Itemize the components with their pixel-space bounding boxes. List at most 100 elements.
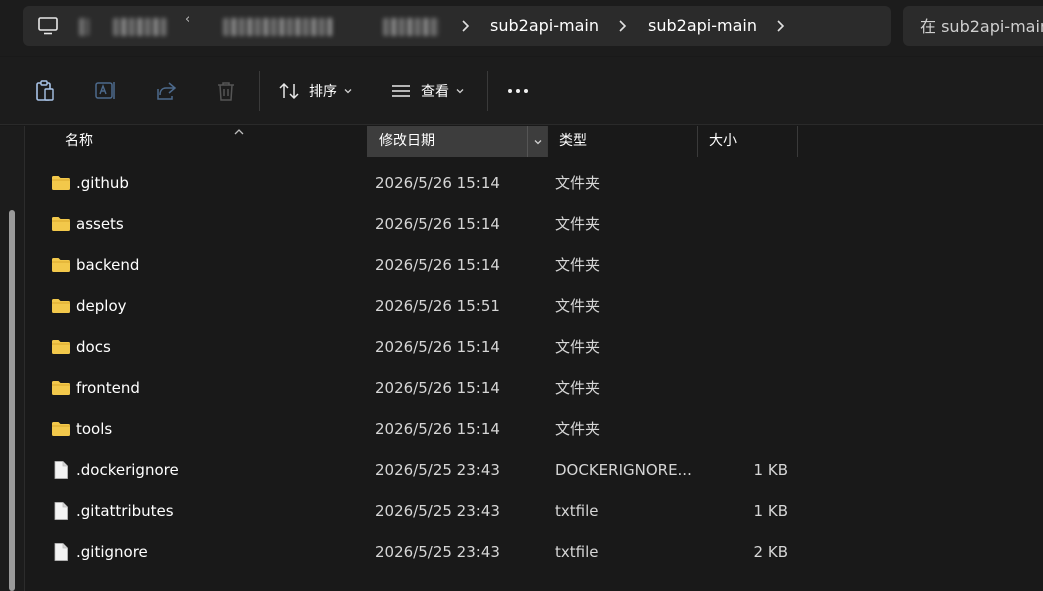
more-options-button[interactable]	[507, 77, 529, 105]
view-label: 查看	[421, 84, 449, 100]
file-icon	[51, 460, 71, 480]
column-header-type[interactable]: 类型	[547, 126, 697, 157]
folder-icon	[51, 296, 71, 316]
scrollbar-thumb[interactable]	[9, 210, 15, 591]
command-bar: 排序 查看	[0, 57, 1043, 125]
view-icon	[392, 85, 410, 97]
column-header-row: 名称 修改日期 类型 大小	[26, 126, 1043, 157]
file-modified-date: 2026/5/25 23:43	[375, 461, 500, 479]
navigation-pane	[0, 126, 25, 591]
file-row[interactable]: .dockerignore 2026/5/25 23:43 DOCKERIGNORE…	[26, 450, 1043, 491]
file-type: 文件夹	[555, 297, 601, 315]
folder-icon	[51, 337, 71, 357]
file-explorer-window: ‹ sub2api-main sub2api-main 在 sub2api-ma…	[0, 0, 1043, 591]
file-name: .dockerignore	[76, 461, 179, 479]
folder-icon	[51, 378, 71, 398]
file-row[interactable]: tools 2026/5/26 15:14 文件夹	[26, 409, 1043, 450]
file-modified-date: 2026/5/26 15:14	[375, 420, 500, 438]
file-icon	[51, 542, 71, 562]
redacted-path-segment	[79, 18, 89, 36]
share-button[interactable]	[155, 77, 177, 105]
file-size: 2 KB	[753, 543, 788, 561]
folder-icon	[51, 173, 71, 193]
column-divider[interactable]	[797, 126, 798, 157]
file-type: DOCKERIGNORE...	[555, 461, 692, 479]
file-type: txtfile	[555, 543, 599, 561]
file-row[interactable]: docs 2026/5/26 15:14 文件夹	[26, 327, 1043, 368]
column-header-name[interactable]: 名称	[53, 126, 367, 157]
column-header-date[interactable]: 修改日期	[367, 126, 547, 157]
chevron-down-icon	[456, 89, 464, 94]
folder-icon	[51, 214, 71, 234]
file-modified-date: 2026/5/26 15:14	[375, 379, 500, 397]
file-modified-date: 2026/5/25 23:43	[375, 502, 500, 520]
file-type: 文件夹	[555, 338, 601, 356]
file-modified-date: 2026/5/26 15:14	[375, 174, 500, 192]
clipboard-icon	[36, 80, 54, 101]
file-row[interactable]: .gitignore 2026/5/25 23:43 txtfile 2 KB	[26, 532, 1043, 573]
paste-button[interactable]	[34, 77, 56, 105]
column-header-size[interactable]: 大小	[697, 126, 797, 157]
file-type: 文件夹	[555, 215, 601, 233]
breadcrumb-item[interactable]: sub2api-main	[490, 6, 599, 46]
file-row[interactable]: .gitattributes 2026/5/25 23:43 txtfile 1 KB	[26, 491, 1043, 532]
computer-icon[interactable]	[37, 16, 59, 36]
address-bar[interactable]: ‹ sub2api-main sub2api-main	[23, 6, 891, 46]
breadcrumb-item-current[interactable]: sub2api-main	[648, 6, 757, 46]
search-box[interactable]	[903, 6, 1043, 46]
file-size: 1 KB	[753, 461, 788, 479]
file-name: tools	[76, 420, 113, 438]
share-icon	[157, 82, 177, 100]
file-row[interactable]: .github 2026/5/26 15:14 文件夹	[26, 163, 1043, 204]
folder-icon	[51, 419, 71, 439]
file-name: backend	[76, 256, 140, 274]
chevron-right-icon	[462, 20, 470, 32]
file-type: 文件夹	[555, 256, 601, 274]
file-name: assets	[76, 215, 124, 233]
file-row[interactable]: frontend 2026/5/26 15:14 文件夹	[26, 368, 1043, 409]
chevron-right-icon	[619, 20, 627, 32]
file-modified-date: 2026/5/26 15:14	[375, 215, 500, 233]
file-name: docs	[76, 338, 111, 356]
chevron-right-icon[interactable]	[775, 19, 785, 33]
file-row[interactable]: deploy 2026/5/26 15:51 文件夹	[26, 286, 1043, 327]
delete-icon	[218, 82, 234, 101]
file-row[interactable]: assets 2026/5/26 15:14 文件夹	[26, 204, 1043, 245]
file-modified-date: 2026/5/26 15:14	[375, 338, 500, 356]
rename-icon	[95, 82, 115, 99]
more-icon	[508, 89, 528, 93]
delete-button[interactable]	[215, 77, 237, 105]
view-button[interactable]: 查看	[390, 77, 465, 105]
redacted-path-segment	[223, 18, 333, 36]
file-icon	[51, 501, 71, 521]
file-modified-date: 2026/5/25 23:43	[375, 543, 500, 561]
file-size: 1 KB	[753, 502, 788, 520]
file-type: 文件夹	[555, 174, 601, 192]
chevron-down-icon	[344, 89, 352, 94]
rename-button[interactable]	[94, 77, 118, 105]
chevron-down-icon	[534, 139, 541, 144]
sort-label: 排序	[309, 84, 337, 100]
redacted-path-segment	[383, 18, 439, 36]
redacted-path-segment	[113, 18, 167, 36]
file-name: frontend	[76, 379, 140, 397]
address-bar-region: ‹ sub2api-main sub2api-main	[0, 0, 1043, 56]
file-type: 文件夹	[555, 420, 601, 438]
column-filter-dropdown[interactable]	[527, 126, 547, 157]
file-row[interactable]: backend 2026/5/26 15:14 文件夹	[26, 245, 1043, 286]
file-list-pane: 名称 修改日期 类型 大小 .github 2026/5/26 15:14 文件夹 a…	[0, 126, 1043, 591]
file-name: .gitattributes	[76, 502, 174, 520]
toolbar-divider	[487, 71, 488, 111]
chevron-left-icon: ‹	[185, 12, 191, 27]
sort-icon	[279, 82, 299, 100]
file-name: .gitignore	[76, 543, 148, 561]
file-type: txtfile	[555, 502, 599, 520]
sort-button[interactable]: 排序	[278, 77, 353, 105]
file-name: .github	[76, 174, 129, 192]
search-input[interactable]	[903, 6, 1043, 46]
file-type: 文件夹	[555, 379, 601, 397]
file-name: deploy	[76, 297, 127, 315]
file-modified-date: 2026/5/26 15:14	[375, 256, 500, 274]
toolbar-divider	[259, 71, 260, 111]
folder-icon	[51, 255, 71, 275]
